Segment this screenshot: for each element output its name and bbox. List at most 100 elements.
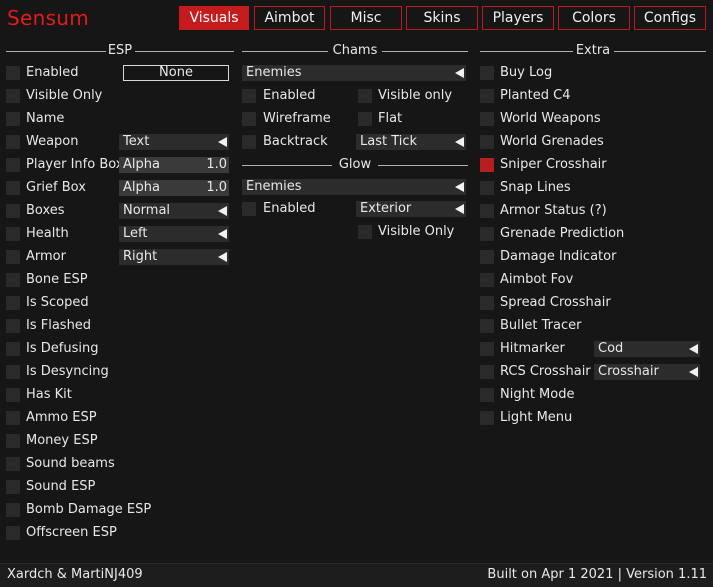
esp-player-info-alpha-slider[interactable]: Alpha 1.0	[119, 157, 229, 173]
esp-boxes-combo[interactable]: Normal	[119, 203, 229, 219]
extra-row-aimbot-fov: Aimbot Fov	[480, 271, 706, 289]
tab-skins[interactable]: Skins	[406, 6, 478, 30]
tab-misc[interactable]: Misc	[330, 6, 402, 30]
esp-weapon-combo-value: Text	[123, 134, 150, 149]
extra-light-menu-checkbox[interactable]	[480, 411, 494, 425]
extra-grenade-prediction-checkbox[interactable]	[480, 227, 494, 241]
esp-bomb-damage-esp-checkbox[interactable]	[6, 503, 20, 517]
slider-label: Alpha	[123, 180, 160, 195]
chams-backtrack-label: Backtrack	[263, 134, 328, 149]
glow-visible-only-checkbox[interactable]	[358, 225, 372, 239]
esp-boxes-checkbox[interactable]	[6, 204, 20, 218]
esp-row-ammo-esp: Ammo ESP	[6, 409, 234, 427]
extra-snap-lines-checkbox[interactable]	[480, 181, 494, 195]
esp-enabled-keybind-button[interactable]: None	[123, 65, 229, 81]
esp-weapon-combo[interactable]: Text	[119, 134, 229, 150]
esp-health-combo-value: Left	[123, 226, 148, 241]
esp-ammo-esp-checkbox[interactable]	[6, 411, 20, 425]
extra-spread-crosshair-checkbox[interactable]	[480, 296, 494, 310]
tab-colors[interactable]: Colors	[558, 6, 630, 30]
esp-grief-alpha-slider[interactable]: Alpha 1.0	[119, 180, 229, 196]
esp-armor-checkbox[interactable]	[6, 250, 20, 264]
tab-visuals[interactable]: Visuals	[179, 6, 249, 30]
esp-grief-box-label: Grief Box	[26, 180, 86, 195]
extra-aimbot-fov-checkbox[interactable]	[480, 273, 494, 287]
extra-bullet-tracer-checkbox[interactable]	[480, 319, 494, 333]
extra-snap-lines-label: Snap Lines	[500, 180, 571, 195]
extra-grenade-prediction-label: Grenade Prediction	[500, 226, 625, 241]
esp-row-enabled: Enabled None	[6, 64, 234, 82]
esp-bone-esp-checkbox[interactable]	[6, 273, 20, 287]
glow-enabled-checkbox[interactable]	[242, 202, 256, 216]
chams-backtrack-combo[interactable]: Last Tick	[356, 134, 466, 150]
esp-name-checkbox[interactable]	[6, 112, 20, 126]
glow-style-combo[interactable]: Exterior	[356, 201, 466, 217]
chams-target-combo[interactable]: Enemies	[242, 65, 466, 81]
esp-is-scoped-checkbox[interactable]	[6, 296, 20, 310]
esp-is-defusing-checkbox[interactable]	[6, 342, 20, 356]
chams-wireframe-checkbox[interactable]	[242, 112, 256, 126]
extra-damage-indicator-checkbox[interactable]	[480, 250, 494, 264]
extra-rcs-crosshair-checkbox[interactable]	[480, 365, 494, 379]
esp-health-combo[interactable]: Left	[119, 226, 229, 242]
esp-sound-esp-checkbox[interactable]	[6, 480, 20, 494]
extra-armor-status-checkbox[interactable]	[480, 204, 494, 218]
glow-header-label: Glow	[338, 157, 372, 172]
combo-arrow-icon	[455, 137, 464, 147]
extra-hitmarker-combo[interactable]: Cod	[594, 341, 700, 357]
extra-world-grenades-checkbox[interactable]	[480, 135, 494, 149]
esp-player-info-box-checkbox[interactable]	[6, 158, 20, 172]
extra-rcs-crosshair-combo[interactable]: Crosshair	[594, 364, 700, 380]
esp-sound-beams-label: Sound beams	[26, 456, 115, 471]
chams-flat-checkbox[interactable]	[358, 112, 372, 126]
tab-players[interactable]: Players	[482, 6, 554, 30]
chams-header: Chams	[242, 43, 468, 59]
esp-offscreen-esp-checkbox[interactable]	[6, 526, 20, 540]
esp-money-esp-label: Money ESP	[26, 433, 98, 448]
tab-configs[interactable]: Configs	[634, 6, 706, 30]
esp-grief-box-checkbox[interactable]	[6, 181, 20, 195]
esp-row-health: Health Left	[6, 225, 234, 243]
chams-row-wireframe: Wireframe Flat	[242, 110, 468, 128]
extra-spread-crosshair-label: Spread Crosshair	[500, 295, 611, 310]
chams-enabled-checkbox[interactable]	[242, 89, 256, 103]
extra-night-mode-checkbox[interactable]	[480, 388, 494, 402]
extra-aimbot-fov-label: Aimbot Fov	[500, 272, 574, 287]
chams-visible-only-checkbox[interactable]	[358, 89, 372, 103]
esp-bomb-damage-esp-label: Bomb Damage ESP	[26, 502, 152, 517]
esp-row-boxes: Boxes Normal	[6, 202, 234, 220]
extra-hitmarker-checkbox[interactable]	[480, 342, 494, 356]
extra-world-weapons-checkbox[interactable]	[480, 112, 494, 126]
extra-planted-c4-checkbox[interactable]	[480, 89, 494, 103]
esp-is-desyncing-checkbox[interactable]	[6, 365, 20, 379]
status-bar: Xardch & MartiNJ409 Built on Apr 1 2021 …	[0, 563, 713, 587]
esp-enabled-checkbox[interactable]	[6, 66, 20, 80]
esp-is-flashed-checkbox[interactable]	[6, 319, 20, 333]
glow-target-combo[interactable]: Enemies	[242, 179, 466, 195]
chams-row-enabled: Enabled Visible only	[242, 87, 468, 105]
extra-planted-c4-label: Planted C4	[500, 88, 571, 103]
glow-header: Glow	[242, 157, 468, 173]
extra-buy-log-checkbox[interactable]	[480, 66, 494, 80]
esp-sound-beams-checkbox[interactable]	[6, 457, 20, 471]
extra-night-mode-label: Night Mode	[500, 387, 575, 402]
esp-visible-only-checkbox[interactable]	[6, 89, 20, 103]
esp-money-esp-checkbox[interactable]	[6, 434, 20, 448]
esp-health-checkbox[interactable]	[6, 227, 20, 241]
esp-row-player-info-box: Player Info Box Alpha 1.0	[6, 156, 234, 174]
esp-weapon-checkbox[interactable]	[6, 135, 20, 149]
chams-flat-label: Flat	[378, 111, 403, 126]
tab-aimbot[interactable]: Aimbot	[254, 6, 325, 30]
esp-offscreen-esp-label: Offscreen ESP	[26, 525, 117, 540]
esp-row-has-kit: Has Kit	[6, 386, 234, 404]
combo-arrow-icon	[455, 68, 464, 78]
chams-backtrack-checkbox[interactable]	[242, 135, 256, 149]
esp-row-bomb-damage-esp: Bomb Damage ESP	[6, 501, 234, 519]
chams-backtrack-value: Last Tick	[360, 134, 418, 149]
esp-is-scoped-label: Is Scoped	[26, 295, 89, 310]
combo-arrow-icon	[689, 367, 698, 377]
esp-has-kit-checkbox[interactable]	[6, 388, 20, 402]
extra-row-night-mode: Night Mode	[480, 386, 706, 404]
esp-armor-combo[interactable]: Right	[119, 249, 229, 265]
extra-sniper-crosshair-checkbox[interactable]	[480, 158, 494, 172]
